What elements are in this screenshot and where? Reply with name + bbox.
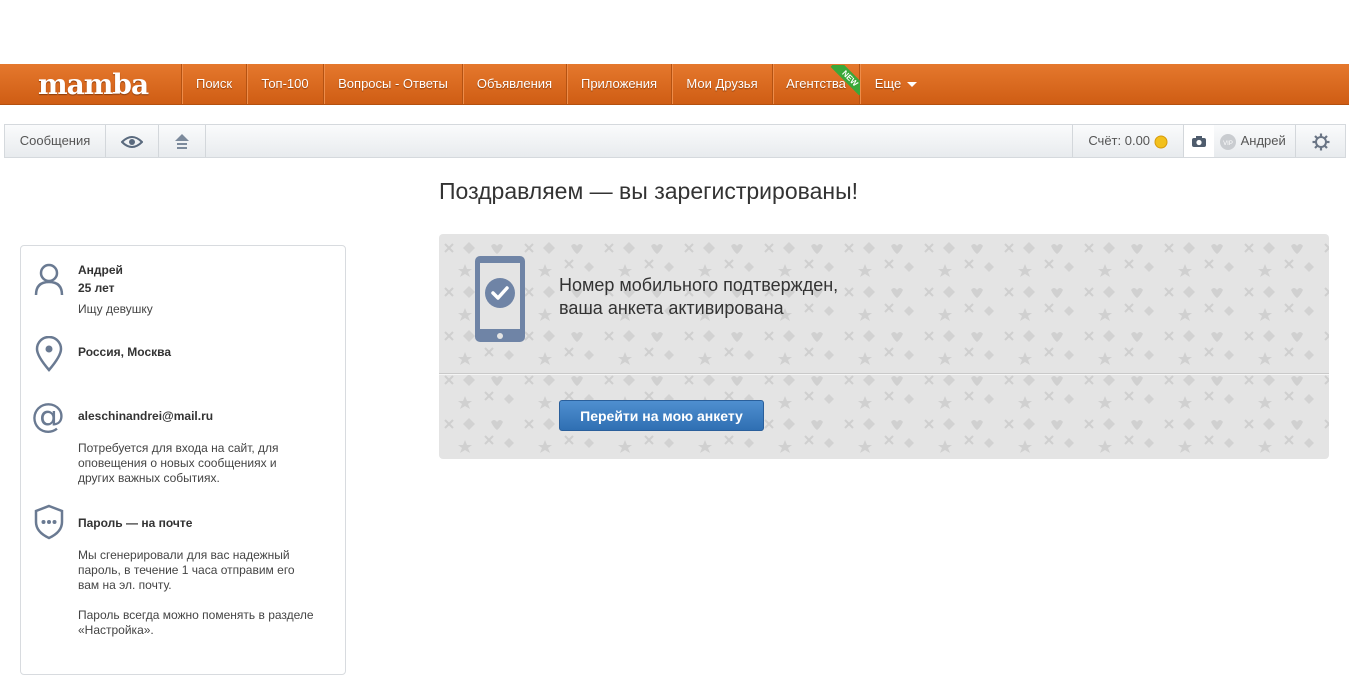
raise-profile-button[interactable] <box>159 125 206 157</box>
nav-ads[interactable]: Объявления <box>462 64 566 104</box>
page-title: Поздравляем — вы зарегистрированы! <box>439 178 858 204</box>
messages-button[interactable]: Сообщения <box>5 125 106 157</box>
mamba-logo[interactable]: mamba <box>38 68 149 101</box>
username: Андрей <box>1240 133 1286 148</box>
confirmation-message: Номер мобильного подтвержден, ваша анкет… <box>559 275 839 318</box>
vip-icon: VIP <box>1220 133 1236 150</box>
go-to-profile-button[interactable]: Перейти на мою анкету <box>559 400 764 431</box>
settings-button[interactable] <box>1295 125 1346 157</box>
password-change-note: Пароль всегда можно поменять в разделе «… <box>78 608 314 637</box>
new-badge: NEW <box>830 65 860 95</box>
camera-icon <box>1192 136 1206 148</box>
chevron-down-icon <box>907 82 918 88</box>
profile-name: Андрей <box>78 263 123 277</box>
nav-my-friends[interactable]: Мои Друзья <box>671 64 772 104</box>
eye-icon <box>120 135 144 148</box>
guests-button[interactable] <box>106 125 159 157</box>
svg-text:VIP: VIP <box>1223 141 1233 147</box>
nav-more[interactable]: Еще <box>859 64 932 104</box>
user-icon <box>34 263 64 296</box>
nav-search[interactable]: Поиск <box>181 64 246 104</box>
confirmation-panel: Номер мобильного подтвержден, ваша анкет… <box>439 234 1329 459</box>
arrow-up-icon <box>175 133 189 149</box>
nav-questions-answers[interactable]: Вопросы - Ответы <box>323 64 462 104</box>
profile-email: aleschinandrei@mail.ru <box>78 409 214 423</box>
nav-apps[interactable]: Приложения <box>566 64 671 104</box>
location-pin-icon <box>35 336 63 372</box>
gear-icon <box>1312 133 1330 151</box>
shield-icon <box>34 504 64 540</box>
user-toolbar: Сообщения Счёт: 0.00 VIP Андрей <box>4 124 1346 158</box>
email-note: Потребуется для входа на сайт, для опове… <box>78 441 279 485</box>
nav-more-label: Еще <box>874 76 902 91</box>
profile-looking-for: Ищу девушку <box>78 302 153 316</box>
profile-link[interactable]: VIP Андрей <box>1213 125 1295 157</box>
profile-summary: Андрей 25 лет Ищу девушку Россия, Москва… <box>20 245 346 675</box>
photo-button[interactable] <box>1183 125 1214 157</box>
password-note: Мы сгенерировали для вас надежный пароль… <box>78 548 295 592</box>
at-sign-icon: @ <box>31 396 65 436</box>
profile-age: 25 лет <box>78 281 115 295</box>
nav-top100[interactable]: Топ-100 <box>246 64 323 104</box>
panel-divider <box>439 373 1329 374</box>
profile-location: Россия, Москва <box>78 345 172 359</box>
balance-link[interactable]: Счёт: 0.00 <box>1072 125 1183 157</box>
password-title: Пароль — на почте <box>78 516 193 530</box>
coin-icon <box>1154 135 1168 149</box>
phone-check-icon <box>475 256 525 342</box>
main-navbar: mamba Поиск Топ-100 Вопросы - Ответы Объ… <box>0 64 1349 105</box>
